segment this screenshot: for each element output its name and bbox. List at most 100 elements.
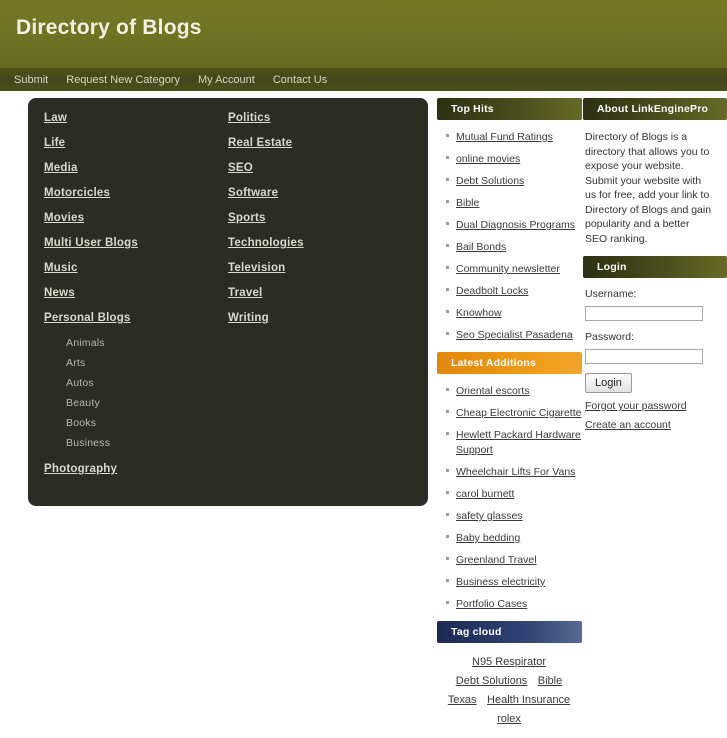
panel-heading-latest-additions: Latest Additions	[437, 352, 582, 374]
tag-link-bible[interactable]: Bible	[538, 675, 562, 687]
category-link-life[interactable]: Life	[44, 137, 228, 149]
latest-additions-list: Oriental escorts Cheap Electronic Cigare…	[437, 383, 582, 611]
nav-item-submit[interactable]: Submit	[14, 74, 48, 86]
sidebar-middle: Top Hits Mutual Fund Ratings online movi…	[437, 98, 582, 738]
category-link-movies[interactable]: Movies	[44, 212, 228, 224]
category-link-sports[interactable]: Sports	[228, 212, 412, 224]
latest-link-cheap-electronic-cigarette[interactable]: Cheap Electronic Cigarette	[456, 407, 581, 419]
subcategory-animals[interactable]: Animals	[66, 337, 228, 349]
top-hit-link-knowhow[interactable]: Knowhow	[456, 307, 502, 319]
panel-top-hits: Top Hits Mutual Fund Ratings online movi…	[437, 98, 582, 342]
login-button[interactable]: Login	[585, 373, 632, 393]
category-link-writing[interactable]: Writing	[228, 312, 412, 324]
subcategory-autos[interactable]: Autos	[66, 377, 228, 389]
category-column-left: Law Life Media Motorcicles Movies Multi …	[44, 112, 228, 488]
list-item: Portfolio Cases	[446, 596, 582, 611]
top-hit-link-mutual-fund-ratings[interactable]: Mutual Fund Ratings	[456, 131, 553, 143]
latest-link-baby-bedding[interactable]: Baby bedding	[456, 532, 520, 544]
category-link-personal-blogs[interactable]: Personal Blogs	[44, 312, 228, 324]
category-link-law[interactable]: Law	[44, 112, 228, 124]
category-column-right: Politics Real Estate SEO Software Sports…	[228, 112, 412, 488]
category-link-photography[interactable]: Photography	[44, 463, 228, 475]
top-hit-link-seo-specialist-pasadena[interactable]: Seo Specialist Pasadena	[456, 329, 573, 341]
latest-link-greenland-travel[interactable]: Greenland Travel	[456, 554, 537, 566]
nav-item-my-account[interactable]: My Account	[198, 74, 255, 86]
category-directory-box: Law Life Media Motorcicles Movies Multi …	[28, 98, 428, 506]
username-field[interactable]	[585, 305, 703, 321]
panel-heading-top-hits: Top Hits	[437, 98, 582, 120]
category-link-technologies[interactable]: Technologies	[228, 237, 412, 249]
category-link-travel[interactable]: Travel	[228, 287, 412, 299]
page-title: Directory of Blogs	[16, 16, 202, 39]
list-item: carol burnett	[446, 486, 582, 501]
subcategory-arts[interactable]: Arts	[66, 357, 228, 369]
panel-about: About LinkEnginePro Directory of Blogs i…	[583, 98, 727, 246]
panel-latest-additions: Latest Additions Oriental escorts Cheap …	[437, 352, 582, 611]
subcategory-books[interactable]: Books	[66, 417, 228, 429]
list-item: Community newsletter	[446, 261, 582, 276]
top-hit-link-bail-bonds[interactable]: Bail Bonds	[456, 241, 506, 253]
category-link-news[interactable]: News	[44, 287, 228, 299]
panel-login: Login Username: Password: Login Forgot y…	[583, 256, 727, 431]
latest-link-portfolio-cases[interactable]: Portfolio Cases	[456, 598, 527, 610]
tag-link-texas[interactable]: Texas	[448, 694, 477, 706]
category-link-motorcicles[interactable]: Motorcicles	[44, 187, 228, 199]
latest-link-safety-glasses[interactable]: safety glasses	[456, 510, 523, 522]
category-link-television[interactable]: Television	[228, 262, 412, 274]
list-item: Baby bedding	[446, 530, 582, 545]
username-label: Username:	[585, 288, 637, 300]
forgot-password-link[interactable]: Forgot your password	[585, 400, 727, 412]
sidebar-right: About LinkEnginePro Directory of Blogs i…	[583, 98, 727, 441]
latest-link-wheelchair-lifts-for-vans[interactable]: Wheelchair Lifts For Vans	[456, 466, 575, 478]
list-item: Debt Solutions	[446, 173, 582, 188]
subcategory-business[interactable]: Business	[66, 437, 228, 449]
category-link-politics[interactable]: Politics	[228, 112, 412, 124]
latest-link-hewlett-packard-hardware-support[interactable]: Hewlett Packard Hardware Support	[456, 429, 581, 456]
top-hit-link-debt-solutions[interactable]: Debt Solutions	[456, 175, 524, 187]
list-item: Wheelchair Lifts For Vans	[446, 464, 582, 479]
panel-heading-about: About LinkEnginePro	[583, 98, 727, 120]
category-link-software[interactable]: Software	[228, 187, 412, 199]
list-item: Dual Diagnosis Programs	[446, 217, 582, 232]
top-hit-link-community-newsletter[interactable]: Community newsletter	[456, 263, 560, 275]
category-link-music[interactable]: Music	[44, 262, 228, 274]
list-item: Seo Specialist Pasadena	[446, 327, 582, 342]
tag-link-health-insurance[interactable]: Health Insurance	[487, 694, 570, 706]
site-header: Directory of Blogs	[0, 0, 727, 68]
latest-link-oriental-escorts[interactable]: Oriental escorts	[456, 385, 530, 397]
list-item: Mutual Fund Ratings	[446, 129, 582, 144]
password-label: Password:	[585, 331, 635, 343]
top-hit-link-online-movies[interactable]: online movies	[456, 153, 520, 165]
top-hit-link-dual-diagnosis-programs[interactable]: Dual Diagnosis Programs	[456, 219, 575, 231]
top-hit-link-deadbolt-locks[interactable]: Deadbolt Locks	[456, 285, 528, 297]
category-link-multi-user-blogs[interactable]: Multi User Blogs	[44, 237, 228, 249]
list-item: Cheap Electronic Cigarette	[446, 405, 582, 420]
tag-link-rolex[interactable]: rolex	[497, 713, 521, 725]
list-item: Greenland Travel	[446, 552, 582, 567]
panel-heading-tag-cloud: Tag cloud	[437, 621, 582, 643]
latest-link-carol-burnett[interactable]: carol burnett	[456, 488, 514, 500]
subcategory-list: Animals Arts Autos Beauty Books Business	[44, 337, 228, 449]
nav-item-request-new-category[interactable]: Request New Category	[66, 74, 180, 86]
tag-link-n95-respirator[interactable]: N95 Respirator	[472, 656, 546, 668]
tag-cloud-list: N95 Respirator Debt Solutions Bible Texa…	[441, 652, 577, 728]
list-item: safety glasses	[446, 508, 582, 523]
top-hits-list: Mutual Fund Ratings online movies Debt S…	[437, 129, 582, 342]
list-item: Deadbolt Locks	[446, 283, 582, 298]
list-item: Bail Bonds	[446, 239, 582, 254]
latest-link-business-electricity[interactable]: Business electricity	[456, 576, 545, 588]
list-item: online movies	[446, 151, 582, 166]
list-item: Hewlett Packard Hardware Support	[446, 427, 582, 457]
category-link-real-estate[interactable]: Real Estate	[228, 137, 412, 149]
category-link-seo[interactable]: SEO	[228, 162, 412, 174]
subcategory-beauty[interactable]: Beauty	[66, 397, 228, 409]
category-link-media[interactable]: Media	[44, 162, 228, 174]
password-field[interactable]	[585, 348, 703, 364]
top-hit-link-bible[interactable]: Bible	[456, 197, 479, 209]
tag-link-debt-solutions[interactable]: Debt Solutions	[456, 675, 528, 687]
create-account-link[interactable]: Create an account	[585, 419, 727, 431]
nav-item-contact-us[interactable]: Contact Us	[273, 74, 327, 86]
panel-heading-login: Login	[583, 256, 727, 278]
category-columns: Law Life Media Motorcicles Movies Multi …	[44, 112, 412, 488]
panel-tag-cloud: Tag cloud N95 Respirator Debt Solutions …	[437, 621, 582, 728]
